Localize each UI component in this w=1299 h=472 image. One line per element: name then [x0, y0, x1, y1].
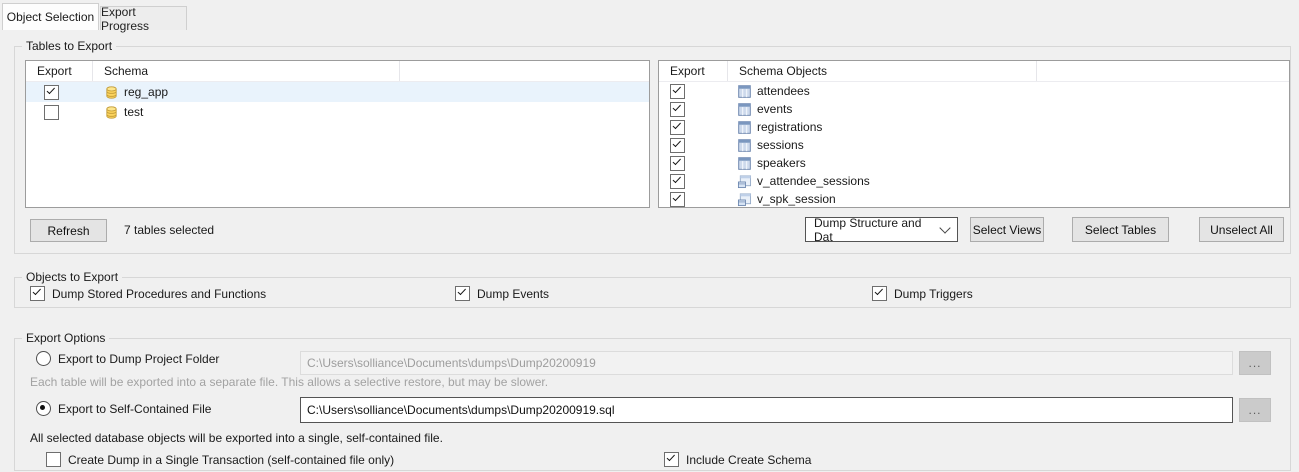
data-export-dialog: Object Selection Export Progress Tables … — [0, 0, 1299, 472]
dump-type-value: Dump Structure and Dat — [814, 215, 922, 244]
table-icon — [736, 83, 752, 99]
tab-label: Object Selection — [6, 10, 95, 24]
dump-events-checkbox[interactable] — [455, 286, 470, 301]
table-icon — [736, 119, 752, 135]
schema-object-rows: attendees events registrations sessions spea… — [659, 82, 1289, 207]
column-header-empty — [1037, 61, 1289, 81]
dump-procedures-checkbox[interactable] — [30, 286, 45, 301]
row-checkbox[interactable] — [44, 84, 59, 100]
chevron-down-icon — [939, 221, 951, 234]
checkbox-label: Dump Stored Procedures and Functions — [52, 286, 267, 301]
self-contained-path-input[interactable] — [300, 397, 1233, 423]
list-item[interactable]: v_spk_session — [659, 190, 1289, 207]
unselect-all-button[interactable]: Unselect All — [1199, 217, 1284, 242]
export-project-folder-radio-row[interactable]: Export to Dump Project Folder — [36, 351, 219, 366]
select-views-button[interactable]: Select Views — [970, 217, 1044, 242]
row-checkbox[interactable] — [670, 155, 685, 171]
list-item[interactable]: attendees — [659, 82, 1289, 100]
row-label: test — [124, 105, 144, 119]
include-create-schema-checkbox[interactable] — [664, 452, 679, 467]
row-label: registrations — [757, 120, 823, 134]
column-header-schema[interactable]: Schema — [93, 61, 400, 81]
row-label: sessions — [757, 138, 804, 152]
group-title: Export Options — [22, 331, 110, 345]
self-contained-note: All selected database objects will be ex… — [30, 431, 443, 445]
list-item[interactable]: v_attendee_sessions — [659, 172, 1289, 190]
list-item[interactable]: speakers — [659, 154, 1289, 172]
radio-label: Export to Dump Project Folder — [58, 351, 220, 366]
single-transaction-checkbox-row[interactable]: Create Dump in a Single Transaction (sel… — [46, 452, 394, 467]
project-folder-browse-button[interactable]: ... — [1239, 351, 1271, 375]
schema-objects-list[interactable]: Export Schema Objects attendees events reg… — [658, 60, 1290, 208]
row-label: events — [757, 102, 793, 116]
select-tables-button[interactable]: Select Tables — [1072, 217, 1169, 242]
self-contained-browse-button[interactable]: ... — [1239, 398, 1271, 422]
row-label: speakers — [757, 156, 806, 170]
checkbox-label: Include Create Schema — [686, 452, 812, 467]
tab-label: Export Progress — [101, 4, 150, 33]
view-icon — [736, 191, 752, 207]
row-checkbox[interactable] — [44, 104, 59, 120]
project-folder-path-input[interactable] — [300, 351, 1233, 375]
export-self-contained-radio[interactable] — [36, 401, 51, 416]
checkbox-label: Create Dump in a Single Transaction (sel… — [68, 452, 395, 467]
row-checkbox[interactable] — [670, 101, 685, 117]
schema-list-header: Export Schema — [26, 61, 649, 82]
include-create-schema-checkbox-row[interactable]: Include Create Schema — [664, 452, 811, 467]
column-header-export[interactable]: Export — [659, 61, 728, 81]
checkbox-label: Dump Triggers — [894, 286, 973, 301]
row-label: v_spk_session — [757, 192, 836, 206]
table-icon — [736, 101, 752, 117]
dump-events-checkbox-row[interactable]: Dump Events — [455, 286, 549, 301]
refresh-button[interactable]: Refresh — [30, 219, 107, 242]
tables-selected-summary: 7 tables selected — [124, 223, 215, 237]
row-checkbox[interactable] — [670, 83, 685, 99]
row-label: reg_app — [124, 85, 169, 99]
schema-objects-list-header: Export Schema Objects — [659, 61, 1289, 82]
dump-triggers-checkbox-row[interactable]: Dump Triggers — [872, 286, 973, 301]
row-checkbox[interactable] — [670, 173, 685, 189]
list-item[interactable]: sessions — [659, 136, 1289, 154]
schema-list[interactable]: Export Schema reg_apptest — [25, 60, 650, 208]
list-item[interactable]: registrations — [659, 118, 1289, 136]
table-icon — [736, 137, 752, 153]
row-checkbox[interactable] — [670, 119, 685, 135]
list-item[interactable]: reg_app — [26, 82, 649, 102]
table-icon — [736, 155, 752, 171]
dump-triggers-checkbox[interactable] — [872, 286, 887, 301]
radio-label: Export to Self-Contained File — [58, 401, 212, 416]
row-label: attendees — [757, 84, 810, 98]
schema-icon — [103, 104, 119, 120]
list-item[interactable]: events — [659, 100, 1289, 118]
export-project-folder-radio[interactable] — [36, 351, 51, 366]
single-transaction-checkbox[interactable] — [46, 452, 61, 467]
schema-icon — [103, 84, 119, 100]
group-title: Objects to Export — [22, 270, 123, 284]
group-title: Tables to Export — [22, 39, 117, 53]
column-header-export[interactable]: Export — [26, 61, 93, 81]
project-folder-note: Each table will be exported into a separ… — [30, 375, 549, 389]
column-header-empty — [400, 61, 649, 81]
row-label: v_attendee_sessions — [757, 174, 870, 188]
tab-object-selection[interactable]: Object Selection — [2, 3, 99, 30]
dump-procedures-checkbox-row[interactable]: Dump Stored Procedures and Functions — [30, 286, 266, 301]
checkbox-label: Dump Events — [477, 286, 550, 301]
dump-type-dropdown[interactable]: Dump Structure and Dat — [805, 215, 958, 244]
row-checkbox[interactable] — [670, 191, 685, 207]
row-checkbox[interactable] — [670, 137, 685, 153]
schema-rows: reg_apptest — [26, 82, 649, 122]
list-item[interactable]: test — [26, 102, 649, 122]
tab-export-progress[interactable]: Export Progress — [100, 4, 187, 33]
view-icon — [736, 173, 752, 189]
column-header-schema-objects[interactable]: Schema Objects — [728, 61, 1037, 81]
export-self-contained-radio-row[interactable]: Export to Self-Contained File — [36, 401, 211, 416]
